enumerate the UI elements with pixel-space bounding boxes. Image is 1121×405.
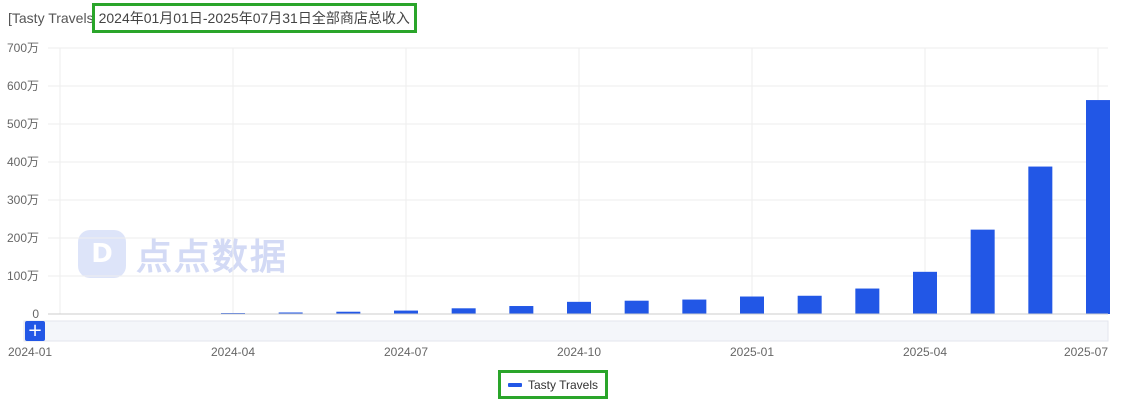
bar	[797, 295, 822, 314]
bar	[451, 308, 476, 314]
bar	[740, 296, 764, 314]
y-tick-label: 400万	[7, 155, 39, 169]
zoom-plus-button[interactable]: +	[25, 321, 45, 341]
legend[interactable]: Tasty Travels	[498, 370, 608, 399]
bar	[509, 306, 534, 314]
y-tick-label: 0	[32, 307, 39, 321]
legend-label: Tasty Travels	[527, 377, 599, 392]
bar	[624, 300, 649, 314]
bar	[394, 310, 418, 314]
bar	[855, 288, 880, 314]
y-tick-label: 100万	[7, 269, 39, 283]
bar	[1028, 166, 1053, 314]
y-tick-label: 500万	[7, 117, 39, 131]
y-tick-label: 200万	[7, 231, 39, 245]
x-tick-label: 2024-10	[557, 345, 601, 359]
y-tick-label: 600万	[7, 79, 39, 93]
x-tick-label: 2025-07	[1064, 345, 1108, 359]
bar	[1086, 100, 1110, 314]
x-tick-label: 2024-04	[211, 345, 255, 359]
bar	[567, 301, 591, 314]
x-tick-label: 2024-07	[384, 345, 428, 359]
legend-swatch	[507, 382, 522, 387]
x-tick-label: 2024-01	[8, 345, 52, 359]
data-zoom-strip	[23, 320, 1109, 342]
y-tick-label: 300万	[7, 193, 39, 207]
x-tick-label: 2025-04	[903, 345, 947, 359]
y-tick-label: 700万	[7, 41, 39, 55]
x-tick-label: 2025-01	[730, 345, 774, 359]
bar-chart: 0 100万 200万 300万 400万 500万 600万 700万 2024-01 2024…	[7, 41, 1110, 359]
bar	[682, 299, 707, 314]
bar	[970, 229, 995, 314]
bar	[913, 271, 937, 314]
